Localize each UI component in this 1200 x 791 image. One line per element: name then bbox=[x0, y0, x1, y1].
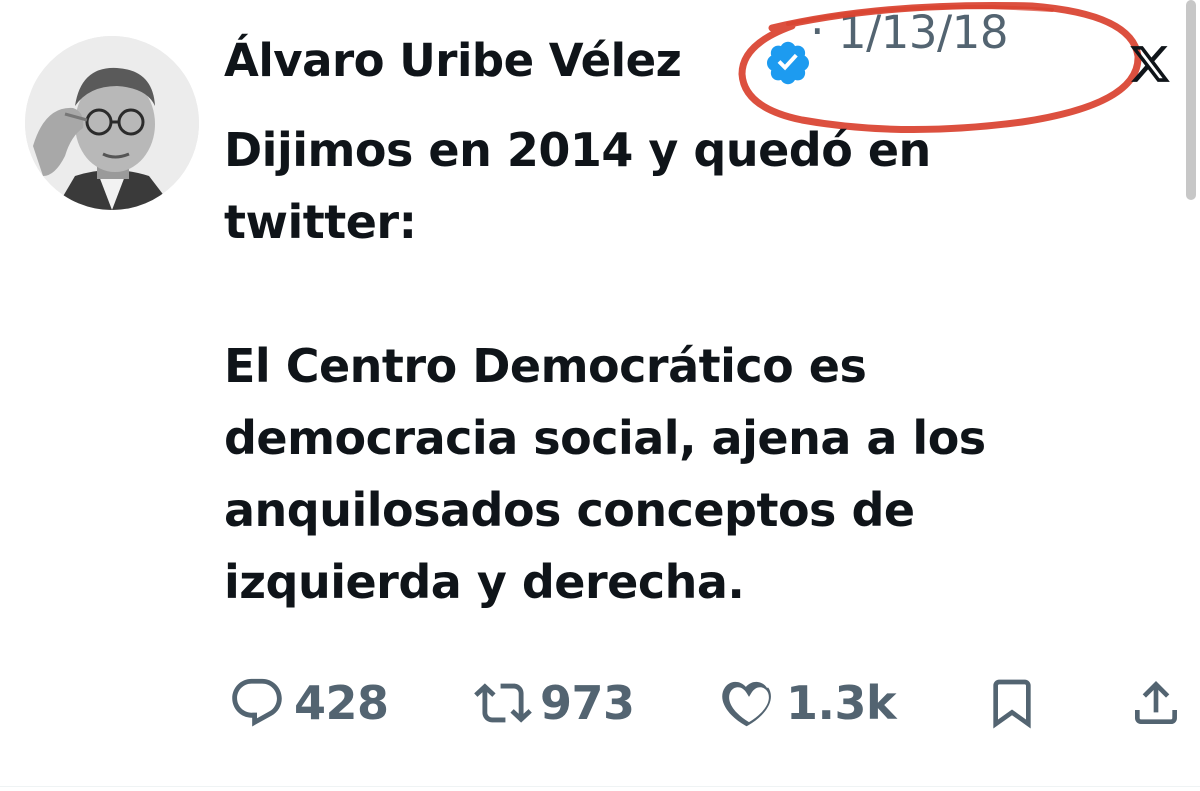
retweet-button[interactable]: 973 bbox=[474, 668, 635, 738]
verified-badge-icon[interactable] bbox=[764, 38, 812, 86]
like-count: 1.3k bbox=[786, 676, 897, 730]
bottom-divider bbox=[0, 786, 1200, 787]
reply-count: 428 bbox=[294, 676, 389, 730]
tweet-text: Dijimos en 2014 y quedó en twitter: El C… bbox=[224, 123, 986, 609]
reply-button[interactable]: 428 bbox=[228, 668, 389, 738]
like-icon bbox=[722, 681, 771, 727]
like-button[interactable]: 1.3k bbox=[720, 668, 897, 738]
avatar-photo bbox=[25, 36, 199, 210]
reply-icon bbox=[232, 678, 282, 727]
bookmark-icon bbox=[993, 679, 1031, 729]
retweet-count: 973 bbox=[540, 676, 635, 730]
author-avatar[interactable] bbox=[25, 36, 199, 210]
scrollbar[interactable] bbox=[1186, 0, 1196, 200]
header-separator: · bbox=[810, 4, 825, 58]
share-button[interactable] bbox=[1128, 668, 1184, 738]
tweet-date[interactable]: 1/13/18 bbox=[838, 6, 1008, 59]
tweet-card[interactable]: Álvaro Uribe Vélez · 1/13/18 Dijimos en … bbox=[0, 0, 1200, 791]
x-logo-icon[interactable] bbox=[1128, 42, 1172, 86]
tweet-actions: 428 973 1.3k bbox=[224, 668, 1184, 738]
author-display-name[interactable]: Álvaro Uribe Vélez bbox=[224, 34, 682, 87]
retweet-icon bbox=[474, 683, 532, 723]
share-icon bbox=[1135, 681, 1177, 724]
bookmark-button[interactable] bbox=[984, 668, 1040, 738]
